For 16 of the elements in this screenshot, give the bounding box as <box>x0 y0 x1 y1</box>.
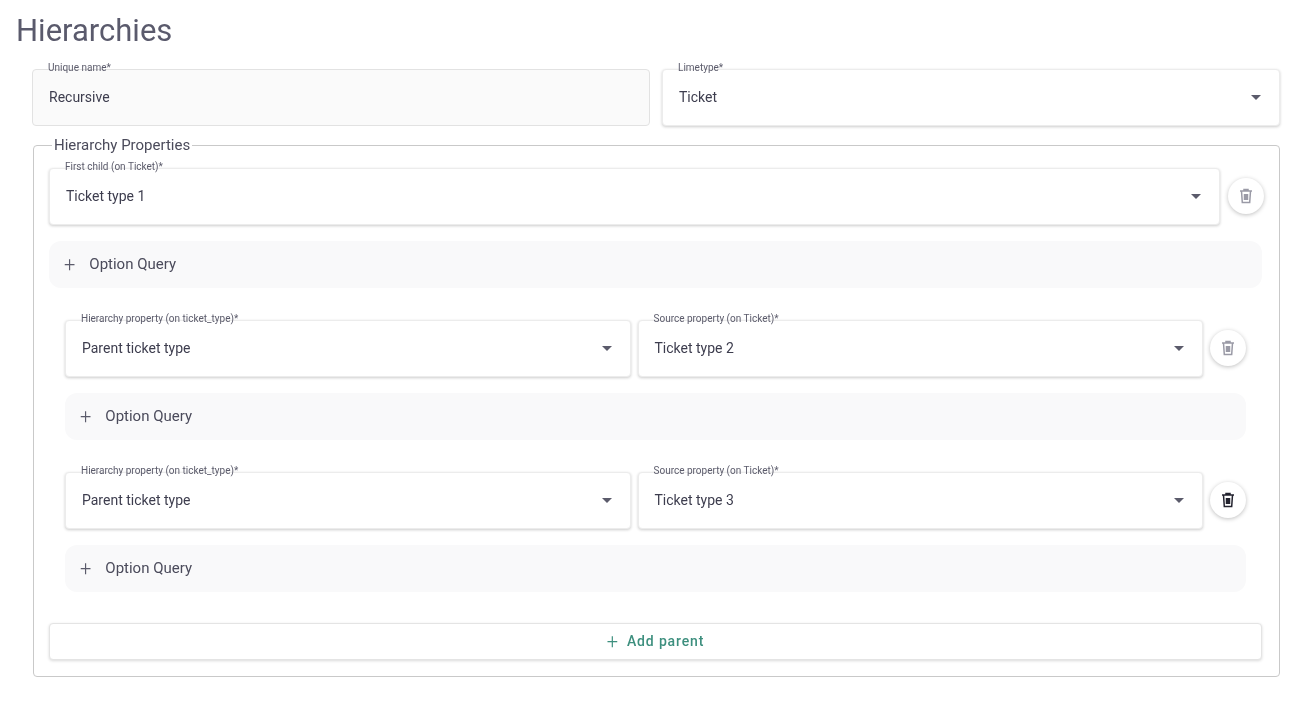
dropdown-caret-icon <box>601 497 612 503</box>
dropdown-caret-icon <box>1174 345 1184 351</box>
dropdown-caret-icon <box>1251 95 1261 100</box>
trash-icon <box>1221 492 1235 508</box>
option-query-expander[interactable]: + Option Query <box>65 544 1246 592</box>
dropdown-caret-icon <box>1174 497 1184 503</box>
option-query-expander[interactable]: + Option Query <box>49 240 1262 288</box>
option-query-expander[interactable]: + Option Query <box>65 392 1246 440</box>
trash-icon <box>1221 340 1235 356</box>
trash-icon <box>1239 188 1253 204</box>
delete-button[interactable] <box>1210 482 1246 518</box>
page-title: Hierarchies <box>16 11 173 50</box>
section-legend: Hierarchy Properties <box>52 134 193 157</box>
dropdown-caret-icon <box>601 345 612 351</box>
add-parent-button[interactable]: + Add parent <box>49 622 1262 660</box>
dropdown-caret-icon <box>1191 193 1201 199</box>
